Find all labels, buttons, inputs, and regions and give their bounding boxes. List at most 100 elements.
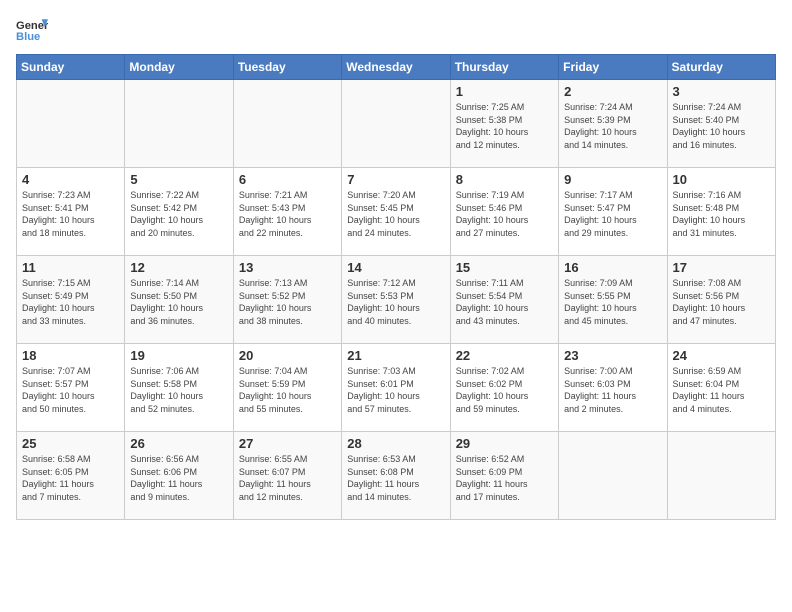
day-info: Sunrise: 7:19 AM Sunset: 5:46 PM Dayligh… [456, 189, 553, 239]
day-info: Sunrise: 7:03 AM Sunset: 6:01 PM Dayligh… [347, 365, 444, 415]
day-info: Sunrise: 7:17 AM Sunset: 5:47 PM Dayligh… [564, 189, 661, 239]
day-info: Sunrise: 7:15 AM Sunset: 5:49 PM Dayligh… [22, 277, 119, 327]
day-number: 13 [239, 260, 336, 275]
calendar-cell: 11 Sunrise: 7:15 AM Sunset: 5:49 PM Dayli… [17, 256, 125, 344]
day-info: Sunrise: 6:59 AM Sunset: 6:04 PM Dayligh… [673, 365, 770, 415]
day-header-tuesday: Tuesday [233, 55, 341, 80]
calendar-week-4: 18 Sunrise: 7:07 AM Sunset: 5:57 PM Dayli… [17, 344, 776, 432]
day-number: 1 [456, 84, 553, 99]
calendar-cell: 4 Sunrise: 7:23 AM Sunset: 5:41 PM Daylig… [17, 168, 125, 256]
day-number: 17 [673, 260, 770, 275]
day-number: 24 [673, 348, 770, 363]
calendar-cell: 26 Sunrise: 6:56 AM Sunset: 6:06 PM Dayli… [125, 432, 233, 520]
calendar-cell [559, 432, 667, 520]
day-number: 27 [239, 436, 336, 451]
calendar-week-5: 25Sunrise: 6:58 AM Sunset: 6:05 PM Dayli… [17, 432, 776, 520]
calendar-cell: 1 Sunrise: 7:25 AM Sunset: 5:38 PM Daylig… [450, 80, 558, 168]
logo: General Blue [16, 16, 48, 44]
day-info: Sunrise: 6:56 AM Sunset: 6:06 PM Dayligh… [130, 453, 227, 503]
calendar-week-1: 1 Sunrise: 7:25 AM Sunset: 5:38 PM Daylig… [17, 80, 776, 168]
logo-icon: General Blue [16, 16, 48, 44]
calendar-cell: 3 Sunrise: 7:24 AM Sunset: 5:40 PM Daylig… [667, 80, 775, 168]
day-info: Sunrise: 7:09 AM Sunset: 5:55 PM Dayligh… [564, 277, 661, 327]
day-info: Sunrise: 7:14 AM Sunset: 5:50 PM Dayligh… [130, 277, 227, 327]
day-number: 16 [564, 260, 661, 275]
calendar-cell: 28 Sunrise: 6:53 AM Sunset: 6:08 PM Dayli… [342, 432, 450, 520]
calendar-cell: 27 Sunrise: 6:55 AM Sunset: 6:07 PM Dayli… [233, 432, 341, 520]
day-info: Sunrise: 7:13 AM Sunset: 5:52 PM Dayligh… [239, 277, 336, 327]
calendar-cell [233, 80, 341, 168]
day-number: 11 [22, 260, 119, 275]
day-info: Sunrise: 7:02 AM Sunset: 6:02 PM Dayligh… [456, 365, 553, 415]
day-info: Sunrise: 6:53 AM Sunset: 6:08 PM Dayligh… [347, 453, 444, 503]
calendar-cell: 29 Sunrise: 6:52 AM Sunset: 6:09 PM Dayli… [450, 432, 558, 520]
day-info: Sunrise: 7:12 AM Sunset: 5:53 PM Dayligh… [347, 277, 444, 327]
day-number: 4 [22, 172, 119, 187]
calendar-cell: 8 Sunrise: 7:19 AM Sunset: 5:46 PM Daylig… [450, 168, 558, 256]
day-header-friday: Friday [559, 55, 667, 80]
page-header: General Blue [16, 16, 776, 44]
day-number: 18 [22, 348, 119, 363]
day-info: Sunrise: 7:23 AM Sunset: 5:41 PM Dayligh… [22, 189, 119, 239]
svg-text:Blue: Blue [16, 31, 40, 43]
day-info: Sunrise: 7:04 AM Sunset: 5:59 PM Dayligh… [239, 365, 336, 415]
day-number: 6 [239, 172, 336, 187]
day-info: Sunrise: 7:24 AM Sunset: 5:39 PM Dayligh… [564, 101, 661, 151]
day-info: Sunrise: 6:52 AM Sunset: 6:09 PM Dayligh… [456, 453, 553, 503]
day-info: Sunrise: 7:00 AM Sunset: 6:03 PM Dayligh… [564, 365, 661, 415]
calendar-cell: 17 Sunrise: 7:08 AM Sunset: 5:56 PM Dayli… [667, 256, 775, 344]
calendar-week-2: 4 Sunrise: 7:23 AM Sunset: 5:41 PM Daylig… [17, 168, 776, 256]
calendar-cell: 7Sunrise: 7:20 AM Sunset: 5:45 PM Daylig… [342, 168, 450, 256]
day-number: 5 [130, 172, 227, 187]
calendar-cell: 10 Sunrise: 7:16 AM Sunset: 5:48 PM Dayli… [667, 168, 775, 256]
day-number: 10 [673, 172, 770, 187]
day-info: Sunrise: 6:58 AM Sunset: 6:05 PM Dayligh… [22, 453, 119, 503]
day-info: Sunrise: 7:22 AM Sunset: 5:42 PM Dayligh… [130, 189, 227, 239]
day-number: 2 [564, 84, 661, 99]
calendar-cell: 18 Sunrise: 7:07 AM Sunset: 5:57 PM Dayli… [17, 344, 125, 432]
day-info: Sunrise: 7:25 AM Sunset: 5:38 PM Dayligh… [456, 101, 553, 151]
calendar-cell: 16 Sunrise: 7:09 AM Sunset: 5:55 PM Dayli… [559, 256, 667, 344]
calendar-cell: 14 Sunrise: 7:12 AM Sunset: 5:53 PM Dayli… [342, 256, 450, 344]
day-header-thursday: Thursday [450, 55, 558, 80]
calendar-cell: 15Sunrise: 7:11 AM Sunset: 5:54 PM Dayli… [450, 256, 558, 344]
day-number: 23 [564, 348, 661, 363]
day-number: 12 [130, 260, 227, 275]
day-number: 28 [347, 436, 444, 451]
day-header-monday: Monday [125, 55, 233, 80]
day-number: 20 [239, 348, 336, 363]
calendar-cell: 13 Sunrise: 7:13 AM Sunset: 5:52 PM Dayli… [233, 256, 341, 344]
day-number: 15 [456, 260, 553, 275]
day-info: Sunrise: 7:16 AM Sunset: 5:48 PM Dayligh… [673, 189, 770, 239]
day-header-saturday: Saturday [667, 55, 775, 80]
day-number: 14 [347, 260, 444, 275]
calendar-cell: 22 Sunrise: 7:02 AM Sunset: 6:02 PM Dayli… [450, 344, 558, 432]
calendar-cell: 21 Sunrise: 7:03 AM Sunset: 6:01 PM Dayli… [342, 344, 450, 432]
day-info: Sunrise: 7:21 AM Sunset: 5:43 PM Dayligh… [239, 189, 336, 239]
day-number: 19 [130, 348, 227, 363]
day-number: 3 [673, 84, 770, 99]
day-info: Sunrise: 7:07 AM Sunset: 5:57 PM Dayligh… [22, 365, 119, 415]
calendar-cell: 5 Sunrise: 7:22 AM Sunset: 5:42 PM Daylig… [125, 168, 233, 256]
calendar-cell: 25Sunrise: 6:58 AM Sunset: 6:05 PM Dayli… [17, 432, 125, 520]
day-info: Sunrise: 7:24 AM Sunset: 5:40 PM Dayligh… [673, 101, 770, 151]
day-number: 9 [564, 172, 661, 187]
day-number: 8 [456, 172, 553, 187]
day-number: 21 [347, 348, 444, 363]
day-info: Sunrise: 7:08 AM Sunset: 5:56 PM Dayligh… [673, 277, 770, 327]
calendar-cell: 2 Sunrise: 7:24 AM Sunset: 5:39 PM Daylig… [559, 80, 667, 168]
calendar-header: SundayMondayTuesdayWednesdayThursdayFrid… [17, 55, 776, 80]
day-number: 29 [456, 436, 553, 451]
day-number: 22 [456, 348, 553, 363]
calendar-cell: 24 Sunrise: 6:59 AM Sunset: 6:04 PM Dayli… [667, 344, 775, 432]
day-info: Sunrise: 7:20 AM Sunset: 5:45 PM Dayligh… [347, 189, 444, 239]
calendar-week-3: 11 Sunrise: 7:15 AM Sunset: 5:49 PM Dayli… [17, 256, 776, 344]
calendar-cell [125, 80, 233, 168]
calendar-cell [17, 80, 125, 168]
calendar-cell: 9 Sunrise: 7:17 AM Sunset: 5:47 PM Daylig… [559, 168, 667, 256]
day-number: 26 [130, 436, 227, 451]
calendar-cell: 12 Sunrise: 7:14 AM Sunset: 5:50 PM Dayli… [125, 256, 233, 344]
day-info: Sunrise: 6:55 AM Sunset: 6:07 PM Dayligh… [239, 453, 336, 503]
day-header-wednesday: Wednesday [342, 55, 450, 80]
calendar-cell: 20 Sunrise: 7:04 AM Sunset: 5:59 PM Dayli… [233, 344, 341, 432]
